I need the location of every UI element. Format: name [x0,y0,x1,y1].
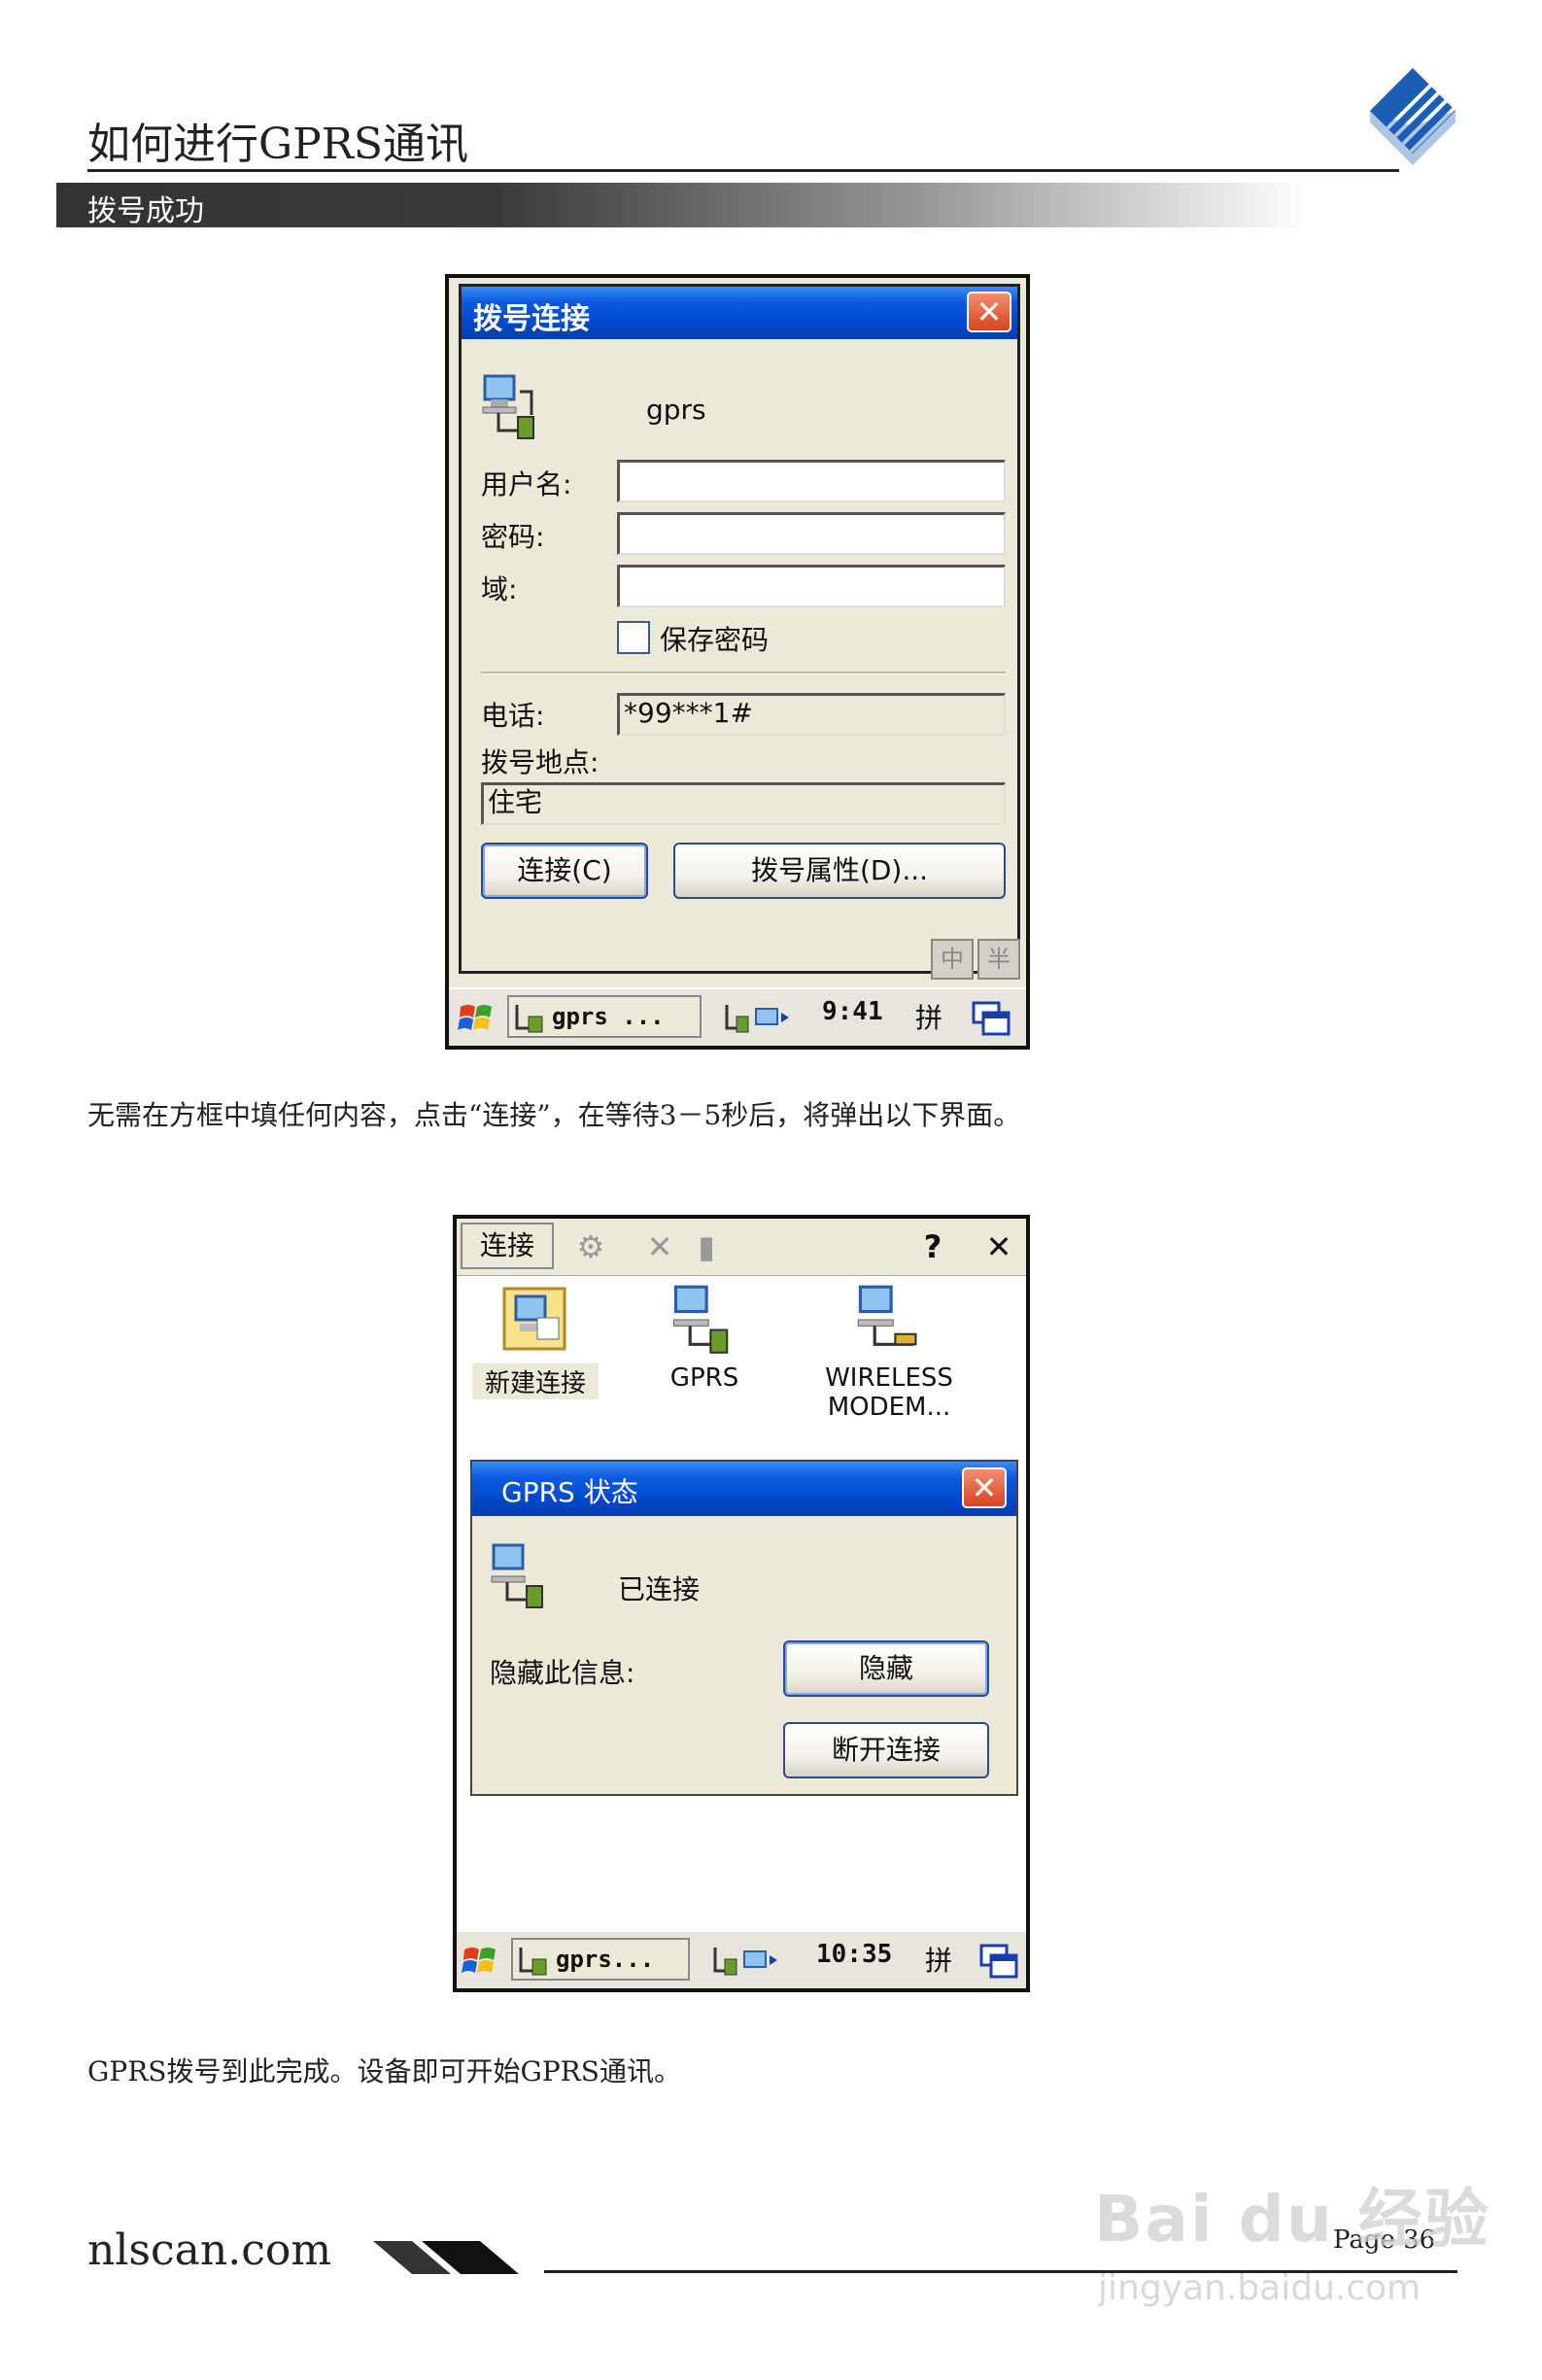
status-titlebar: GPRS 状态 ✕ [472,1462,1016,1516]
ime-halfwidth-toggle[interactable]: 半 [977,939,1020,980]
dialog-titlebar: 拨号连接 ✕ [462,287,1017,339]
password-field[interactable] [617,512,1006,555]
start-flag-icon[interactable] [457,999,496,1038]
clock: 10:35 [816,1940,893,1969]
start-flag-icon[interactable] [461,1942,499,1981]
connections-toolbar: 连接 ⚙ ✕ ▮ ? ✕ [457,1219,1026,1276]
password-label: 密码: [481,521,545,553]
connection-label: 新建连接 [472,1363,599,1399]
ime-pinyin[interactable]: 拼 [915,997,942,1036]
taskbar: gprs... 10:35 拼 [457,1930,1026,1988]
network-computer-icon [482,374,534,439]
ime-pinyin[interactable]: 拼 [925,1940,952,1979]
completion-paragraph: GPRS拨号到此完成。设备即可开始GPRS通讯。 [87,2055,681,2087]
connection-item-wireless-modem[interactable]: WIRELESS MODEM... [806,1283,972,1422]
modem-icon [857,1285,917,1346]
watermark-url: jingyan.baidu.com [1098,2268,1422,2308]
windows-switch-icon[interactable] [979,1942,1018,1981]
status-title: GPRS 状态 [501,1476,638,1508]
username-field[interactable] [617,460,1006,502]
save-password-checkbox[interactable] [617,621,650,654]
hide-info-label: 隐藏此信息: [490,1657,635,1689]
windows-switch-icon[interactable] [972,999,1011,1038]
close-icon[interactable]: ✕ [976,1224,1022,1269]
connection-item-gprs[interactable]: GPRS [641,1283,768,1393]
gprs-status-dialog: GPRS 状态 ✕ 已连接 隐藏此信息: 隐藏 断开连接 [470,1460,1018,1796]
network-computer-icon [672,1285,729,1354]
copy-icon[interactable]: ▮ [684,1224,729,1269]
instruction-paragraph: 无需在方框中填任何内容，点击“连接”，在等待3－5秒后，将弹出以下界面。 [87,1099,1021,1131]
close-button[interactable]: ✕ [967,292,1011,332]
dial-from-label: 拨号地点: [481,746,600,778]
footer-website: nlscan.com [87,2225,332,2275]
footer-stripes [373,2241,519,2274]
ime-chinese-toggle[interactable]: 中 [931,939,974,980]
domain-label: 域: [481,573,518,605]
connection-label: WIRELESS MODEM... [825,1363,953,1422]
connection-label: GPRS [669,1363,739,1393]
connect-button[interactable]: 连接(C) [481,843,648,899]
dial-properties-button[interactable]: 拨号属性(D)... [673,843,1006,899]
connection-status-text: 已连接 [618,1573,701,1605]
connection-item-new[interactable]: 新建连接 [472,1283,599,1399]
taskbar: gprs ... 9:41 拼 [449,987,1026,1046]
disconnect-button[interactable]: 断开连接 [783,1722,989,1778]
separator [481,672,1006,674]
connection-taskbar-icon [519,1948,547,1976]
save-password-label: 保存密码 [660,624,770,656]
section-bar [56,183,1310,227]
network-status-icon[interactable] [711,1946,779,1977]
properties-icon[interactable]: ⚙ [565,1224,616,1269]
dial-connection-screen: 拨号连接 ✕ gprs 用户名: 密码: 域: 保存密码 电话: *99***1… [445,274,1030,1050]
clock: 9:41 [822,997,883,1026]
network-computer-icon [491,1543,543,1608]
dial-from-field[interactable]: 住宅 [481,782,1006,825]
connection-menu-button[interactable]: 连接 [461,1223,554,1269]
connection-name: gprs [646,394,706,426]
title-underline [87,169,1399,172]
help-icon[interactable]: ? [906,1224,960,1269]
connection-taskbar-icon [515,1005,543,1033]
company-logo-icon [1370,68,1456,165]
network-status-icon[interactable] [723,1003,791,1034]
document-title: 如何进行GPRS通讯 [87,120,469,169]
username-label: 用户名: [481,468,572,500]
dial-connection-dialog: 拨号连接 ✕ gprs 用户名: 密码: 域: 保存密码 电话: *99***1… [459,284,1020,974]
dialog-title: 拨号连接 [473,302,590,336]
watermark-brand: Bai du 经验 [1094,2182,1491,2257]
status-close-button[interactable]: ✕ [962,1467,1007,1508]
connections-screen: 连接 ⚙ ✕ ▮ ? ✕ 新建连接 GPRS WIRELESS MODEM...… [453,1215,1030,1992]
new-connection-icon [502,1287,566,1351]
hide-button[interactable]: 隐藏 [783,1640,989,1697]
domain-field[interactable] [617,565,1006,607]
section-heading: 拨号成功 [87,194,204,228]
delete-icon[interactable]: ✕ [637,1224,682,1269]
phone-field[interactable]: *99***1# [617,693,1006,736]
phone-label: 电话: [481,700,545,732]
